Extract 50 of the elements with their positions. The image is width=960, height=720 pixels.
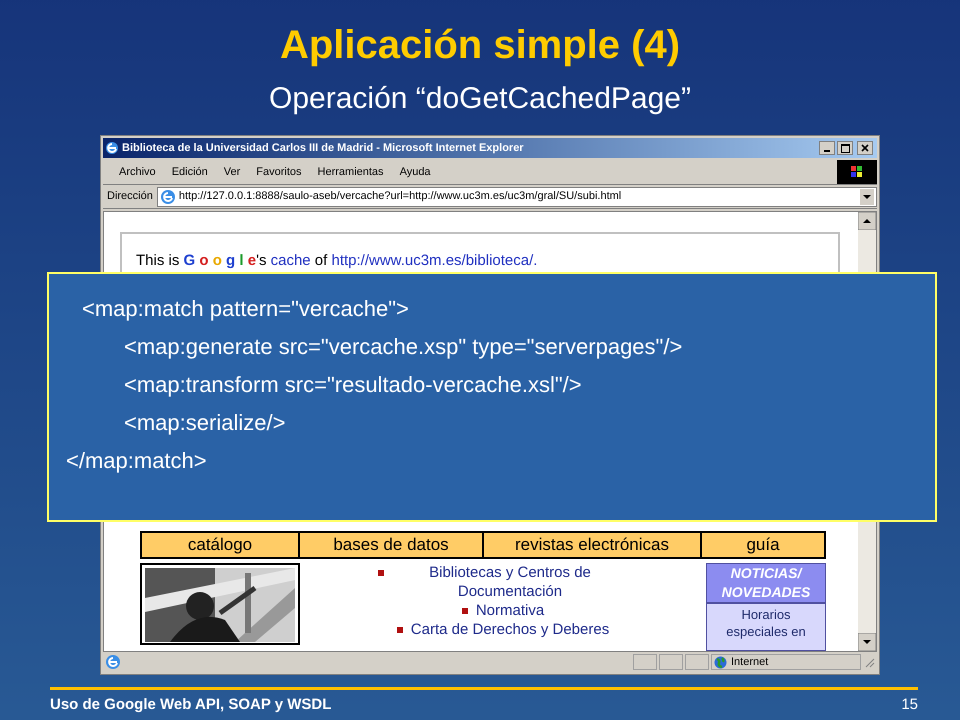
status-pane [633, 654, 657, 670]
footer-text: Uso de Google Web API, SOAP y WSDL [50, 695, 332, 715]
nav-tab[interactable]: revistas electrónicas [484, 532, 702, 557]
browser-icon [105, 141, 119, 155]
menu-item[interactable]: Edición [166, 164, 214, 180]
nav-tab[interactable]: bases de datos [300, 532, 484, 557]
code-line: <map:match pattern="vercache"> [82, 295, 409, 323]
minimize-button[interactable] [819, 141, 835, 155]
menu-item[interactable]: Herramientas [312, 164, 390, 180]
scroll-down-icon[interactable] [858, 633, 876, 651]
maximize-button[interactable] [837, 141, 853, 155]
address-label: Dirección [107, 189, 153, 204]
url-link[interactable]: http://www.uc3m.es/biblioteca/. [332, 252, 538, 269]
page-icon [105, 654, 121, 670]
status-pane [685, 654, 709, 670]
news-heading: NOTICIAS/ NOVEDADES [706, 562, 826, 603]
bullet-icon [462, 608, 468, 614]
menu-item[interactable]: Archivo [113, 164, 162, 180]
bullet-icon [396, 626, 403, 633]
globe-icon [714, 656, 727, 668]
code-line: <map:serialize/> [124, 409, 286, 437]
close-button[interactable] [857, 141, 873, 155]
cache-link[interactable]: cache [270, 252, 311, 269]
window-title: Biblioteca de la Universidad Carlos III de Madrid - Microsoft Internet Explorer [122, 140, 525, 156]
resize-grip-icon [863, 656, 875, 668]
menu-item[interactable]: Favoritos [250, 164, 308, 180]
news-text: Horarios especiales en [725, 606, 807, 640]
slide-subtitle: Operación “doGetCachedPage” [269, 81, 691, 117]
slide-title: Aplicación simple (4) [280, 22, 680, 69]
cache-notice: This is G o o g l e's cache of http://www.uc3m.es/biblioteca/. [136, 251, 538, 271]
windows-logo-icon [837, 160, 877, 184]
code-line: <map:transform src="resultado-vercache.xsl"/> [124, 371, 582, 399]
page-link[interactable]: Normativa [476, 600, 544, 620]
menu-item[interactable]: Ver [218, 164, 246, 180]
page-link[interactable]: Carta de Derechos y Deberes [410, 620, 610, 639]
address-field[interactable]: http://127.0.0.1:8888/saulo-aseb/vercache?url=http://www.uc3m.es/uc3m/gral/SU/subi.html [156, 186, 877, 206]
status-pane [659, 654, 683, 670]
code-line: <map:generate src="vercache.xsp" type="serverpages"/> [124, 333, 682, 361]
nav-tab[interactable]: catálogo [142, 532, 300, 557]
page-number: 15 [901, 695, 918, 715]
maximize-icon [840, 144, 850, 152]
security-zone: Internet [731, 654, 768, 670]
page-link[interactable]: Bibliotecas y Centros de Documentación [392, 562, 628, 601]
menu-item[interactable]: Ayuda [394, 164, 437, 180]
scroll-up-icon[interactable] [858, 212, 876, 230]
nav-tab[interactable]: guía [702, 532, 824, 557]
bullet-icon [378, 570, 384, 576]
code-line: </map:match> [66, 447, 207, 475]
close-icon [861, 144, 869, 152]
page-icon [160, 188, 176, 204]
